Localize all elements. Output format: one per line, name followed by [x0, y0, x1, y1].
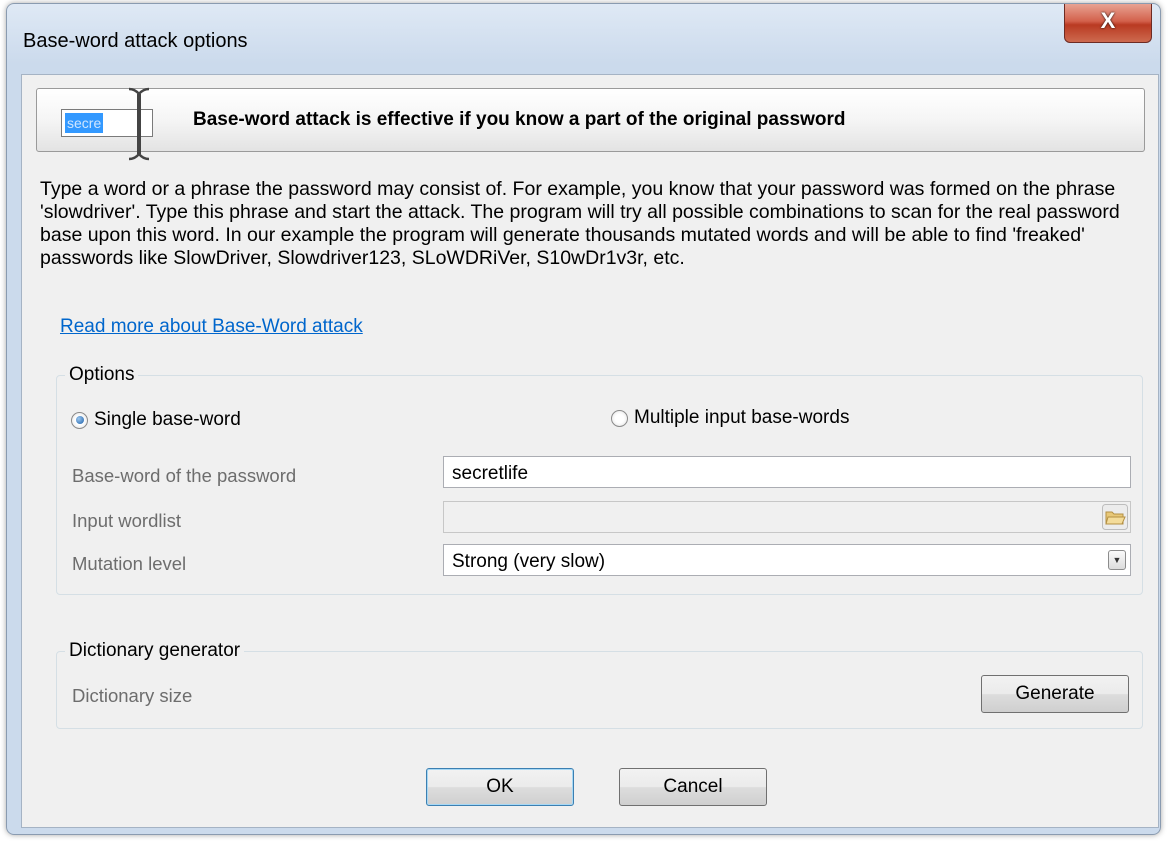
cancel-button[interactable]: Cancel	[619, 768, 767, 806]
wordlist-input[interactable]	[443, 501, 1131, 533]
generate-button[interactable]: Generate	[981, 675, 1129, 713]
mutation-label: Mutation level	[72, 553, 187, 574]
multiple-radio-indicator	[611, 409, 628, 427]
multiple-basewords-radio[interactable]: Multiple input base-words	[611, 407, 849, 429]
banner-heading: Base-word attack is effective if you kno…	[193, 109, 846, 130]
multiple-radio-label: Multiple input base-words	[634, 407, 850, 428]
folder-open-icon[interactable]	[1102, 504, 1128, 530]
close-button[interactable]: X	[1064, 4, 1152, 43]
window-title: Base-word attack options	[23, 30, 248, 52]
single-radio-indicator	[71, 411, 88, 429]
dialog-body: secre Base-word attack is effective if y…	[21, 74, 1159, 828]
options-group: Options Single base-word Multiple input …	[56, 364, 1143, 595]
dictionary-generator-group: Dictionary generator Dictionary size Gen…	[56, 640, 1143, 729]
mutation-level-select[interactable]: Strong (very slow) ▼	[443, 544, 1131, 576]
baseword-label: Base-word of the password	[72, 465, 297, 486]
baseword-input[interactable]: secretlife	[443, 456, 1131, 488]
read-more-link[interactable]: Read more about Base-Word attack	[60, 316, 363, 338]
mutation-level-value: Strong (very slow)	[452, 551, 606, 572]
dialog-window: Base-word attack options X secre Base-wo…	[6, 3, 1161, 835]
info-banner: secre Base-word attack is effective if y…	[36, 87, 1145, 161]
single-baseword-radio[interactable]: Single base-word	[71, 409, 241, 431]
text-cursor-icon	[128, 87, 150, 161]
banner-selected-text: secre	[65, 113, 104, 133]
ok-button[interactable]: OK	[426, 768, 574, 806]
options-group-label: Options	[65, 364, 139, 386]
dictionary-size-label: Dictionary size	[72, 685, 193, 706]
description-text: Type a word or a phrase the password may…	[40, 178, 1120, 269]
single-radio-label: Single base-word	[94, 409, 241, 430]
wordlist-label: Input wordlist	[72, 510, 181, 531]
generator-group-label: Dictionary generator	[65, 640, 245, 662]
chevron-down-icon[interactable]: ▼	[1108, 550, 1126, 570]
